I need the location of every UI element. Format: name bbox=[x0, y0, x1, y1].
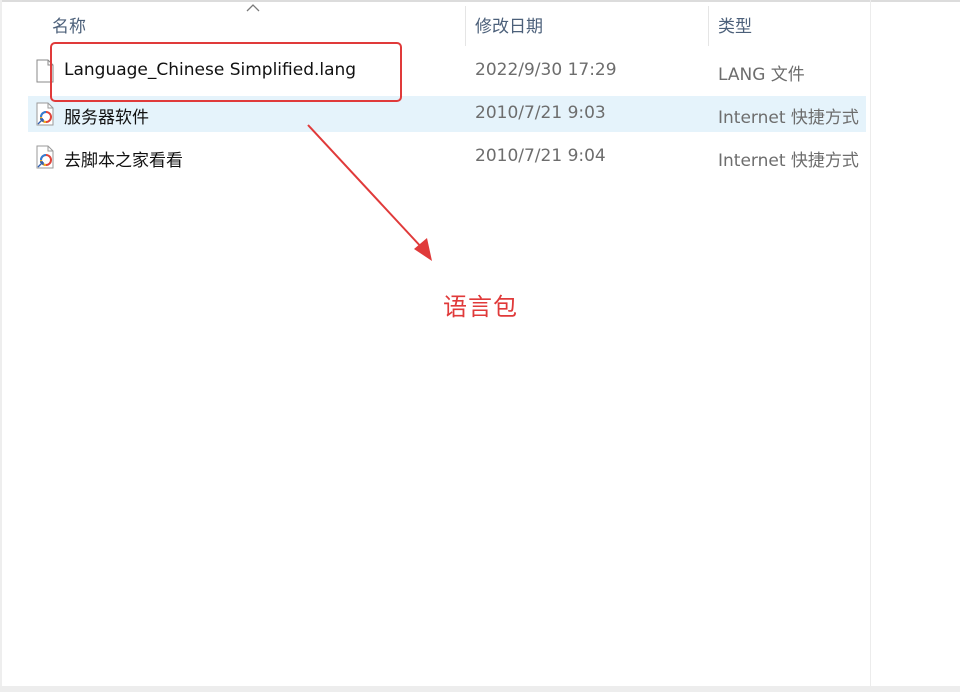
column-header-date[interactable]: 修改日期 bbox=[475, 12, 543, 37]
file-modified-date: 2010/7/21 9:03 bbox=[475, 103, 606, 123]
column-header-type[interactable]: 类型 bbox=[718, 12, 752, 37]
internet-shortcut-icon bbox=[36, 102, 54, 126]
left-border bbox=[0, 0, 2, 692]
file-modified-date: 2010/7/21 9:04 bbox=[475, 146, 606, 166]
highlight-box bbox=[50, 42, 402, 102]
file-modified-date: 2022/9/30 17:29 bbox=[475, 60, 617, 80]
right-pane-divider bbox=[870, 0, 871, 692]
internet-shortcut-icon bbox=[36, 145, 54, 169]
column-divider[interactable] bbox=[708, 6, 709, 46]
horizontal-scrollbar[interactable] bbox=[0, 686, 960, 692]
file-type: Internet 快捷方式 bbox=[718, 108, 859, 128]
file-type: LANG 文件 bbox=[718, 65, 805, 85]
column-header: 名称 修改日期 类型 bbox=[0, 2, 870, 46]
column-header-name[interactable]: 名称 bbox=[52, 12, 86, 37]
file-name: 去脚本之家看看 bbox=[64, 151, 183, 171]
sort-ascending-icon bbox=[246, 4, 260, 12]
annotation-label: 语言包 bbox=[443, 293, 518, 321]
file-explorer-window: 名称 修改日期 类型 Language_Chinese Simplified.l… bbox=[0, 0, 960, 692]
column-divider[interactable] bbox=[465, 6, 466, 46]
file-type: Internet 快捷方式 bbox=[718, 151, 859, 171]
file-row-jb51[interactable]: 去脚本之家看看 2010/7/21 9:04 Internet 快捷方式 bbox=[28, 139, 866, 175]
file-name: 服务器软件 bbox=[64, 108, 149, 128]
